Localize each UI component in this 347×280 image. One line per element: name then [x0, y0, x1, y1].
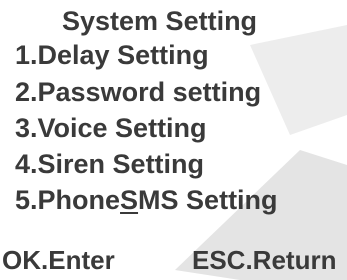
menu-item-siren-setting[interactable]: 4.Siren Setting [15, 147, 204, 181]
menu-item-label-prefix: 5.Phone [15, 185, 121, 215]
menu-item-phone-sms-setting[interactable]: 5.PhoneSMS Setting [15, 183, 278, 217]
system-setting-menu: System Setting 1.Delay Setting 2.Passwor… [0, 0, 347, 280]
lcd-screen: System Setting 1.Delay Setting 2.Passwor… [0, 0, 347, 280]
menu-item-voice-setting[interactable]: 3.Voice Setting [15, 111, 207, 145]
menu-item-label-suffix: MS Setting [138, 185, 278, 215]
esc-return-softkey[interactable]: ESC.Return [192, 244, 336, 276]
menu-item-hotkey-letter: S [120, 185, 139, 215]
menu-item-password-setting[interactable]: 2.Password setting [15, 75, 261, 109]
page-title: System Setting [62, 6, 258, 36]
menu-item-delay-setting[interactable]: 1.Delay Setting [15, 38, 209, 72]
ok-enter-softkey[interactable]: OK.Enter [2, 244, 115, 276]
